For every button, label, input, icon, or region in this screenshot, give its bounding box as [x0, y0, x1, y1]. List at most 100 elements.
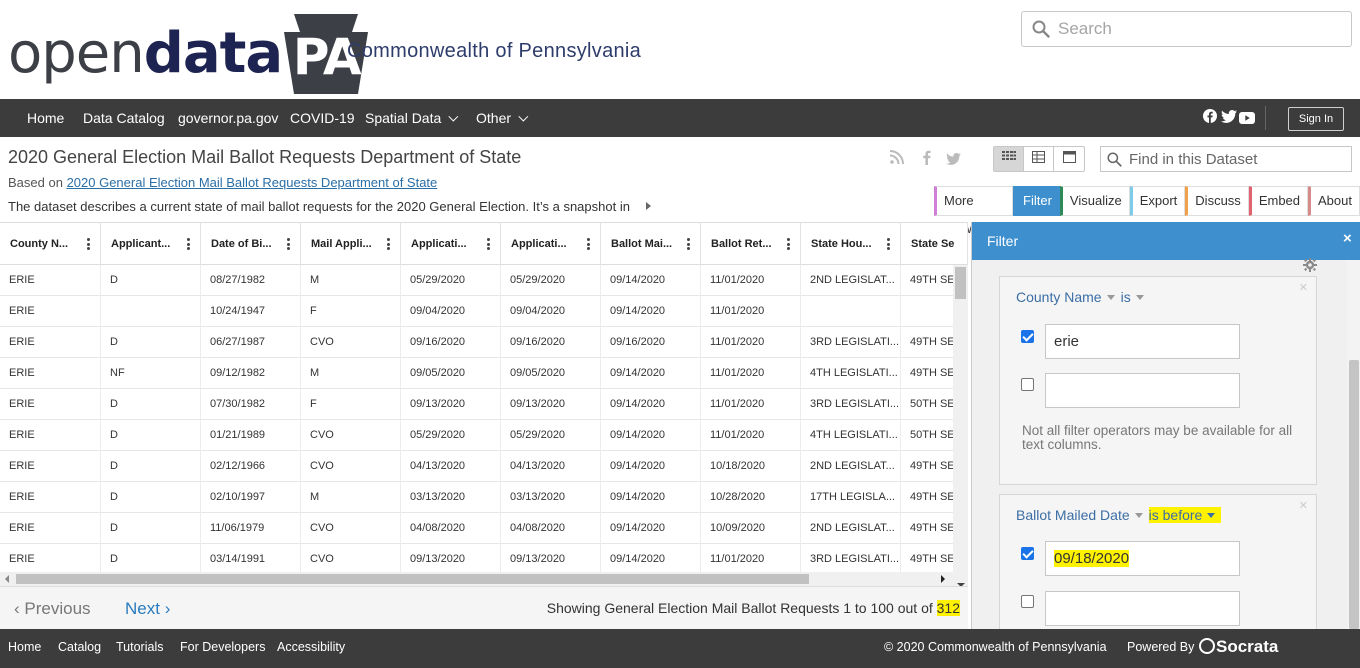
- gear-icon[interactable]: [1303, 258, 1317, 277]
- scroll-left-arrow-icon[interactable]: [5, 575, 9, 583]
- filter-value-input[interactable]: 09/18/2020: [1045, 541, 1240, 576]
- scroll-right-arrow-icon[interactable]: [941, 575, 945, 583]
- column-menu-icon[interactable]: [287, 238, 290, 250]
- column-header[interactable]: Mail Appli...: [301, 223, 401, 265]
- filter-value-checkbox[interactable]: [1021, 378, 1034, 391]
- expand-description-icon[interactable]: [646, 202, 651, 210]
- footer-tutorials-link[interactable]: Tutorials: [116, 640, 163, 654]
- filter-value-checkbox[interactable]: [1021, 547, 1034, 560]
- column-menu-icon[interactable]: [787, 238, 790, 250]
- caret-down-icon[interactable]: [1135, 294, 1144, 300]
- next-page-button[interactable]: Next ›: [125, 599, 170, 619]
- table-row[interactable]: ERIE NF 09/12/1982 M 09/05/2020 09/05/2020 09/…: [0, 358, 968, 389]
- filter-value-input[interactable]: [1045, 591, 1240, 626]
- nav-covid[interactable]: COVID-19: [290, 99, 355, 137]
- table-cell: 04/13/2020: [401, 451, 501, 482]
- filter-operator-selector[interactable]: is: [1121, 289, 1131, 305]
- site-search-input[interactable]: [1058, 16, 1338, 42]
- column-header[interactable]: Applicati...: [401, 223, 501, 265]
- column-header[interactable]: State Hou...: [801, 223, 901, 265]
- column-header[interactable]: Applicati...: [501, 223, 601, 265]
- previous-page-button[interactable]: ‹ Previous: [14, 599, 91, 619]
- horizontal-scrollbar[interactable]: [0, 572, 953, 586]
- remove-filter-icon[interactable]: ✕: [1299, 499, 1308, 512]
- table-row[interactable]: ERIE 10/24/1947 F 09/04/2020 09/04/2020 09/14…: [0, 296, 968, 327]
- table-cell: 05/29/2020: [501, 420, 601, 451]
- scrollbar-thumb[interactable]: [955, 267, 966, 299]
- facebook-icon[interactable]: [1203, 109, 1217, 128]
- table-row[interactable]: ERIE D 08/27/1982 M 05/29/2020 05/29/2020 09/1…: [0, 265, 968, 296]
- column-menu-icon[interactable]: [387, 238, 390, 250]
- nav-governor[interactable]: governor.pa.gov: [178, 99, 278, 137]
- page-view-button[interactable]: [1054, 147, 1084, 171]
- vertical-scrollbar[interactable]: [953, 265, 968, 586]
- table-cell: 02/10/1997: [201, 482, 301, 513]
- twitter-share-icon[interactable]: [946, 152, 961, 170]
- tab-discuss[interactable]: Discuss: [1185, 186, 1249, 216]
- column-menu-icon[interactable]: [887, 238, 890, 250]
- twitter-icon[interactable]: [1221, 110, 1237, 128]
- opendatapa-logo[interactable]: opendata PA: [8, 14, 369, 94]
- tab-filter[interactable]: Filter: [1013, 186, 1060, 216]
- youtube-icon[interactable]: [1239, 111, 1255, 129]
- footer-catalog-link[interactable]: Catalog: [58, 640, 101, 654]
- site-search-box[interactable]: [1021, 11, 1352, 47]
- filter-value-checkbox[interactable]: [1021, 330, 1034, 343]
- based-on-link[interactable]: 2020 General Election Mail Ballot Reques…: [67, 175, 438, 190]
- row-view-button[interactable]: [1024, 147, 1054, 171]
- column-menu-icon[interactable]: [187, 238, 190, 250]
- column-header[interactable]: Date of Bi...: [201, 223, 301, 265]
- column-header[interactable]: Ballot Ret...: [701, 223, 801, 265]
- caret-down-icon[interactable]: [1106, 294, 1115, 300]
- column-header[interactable]: County N...: [0, 223, 101, 265]
- nav-spatial-data[interactable]: Spatial Data: [365, 99, 459, 137]
- tab-about[interactable]: About: [1308, 186, 1360, 216]
- table-row[interactable]: ERIE D 07/30/1982 F 09/13/2020 09/13/2020 09/1…: [0, 389, 968, 420]
- rss-icon[interactable]: [889, 150, 904, 169]
- nav-data-catalog[interactable]: Data Catalog: [83, 99, 165, 137]
- sign-in-button[interactable]: Sign In: [1288, 107, 1344, 131]
- nav-other[interactable]: Other: [476, 99, 529, 137]
- table-row[interactable]: ERIE D 02/12/1966 CVO 04/13/2020 04/13/2020 09…: [0, 451, 968, 482]
- find-in-dataset-input[interactable]: [1129, 149, 1349, 169]
- caret-down-icon[interactable]: [1134, 512, 1143, 518]
- grid-view-button[interactable]: [994, 147, 1024, 171]
- filter-operator-selector[interactable]: is before: [1148, 507, 1222, 523]
- filter-value-checkbox[interactable]: [1021, 595, 1034, 608]
- facebook-share-icon[interactable]: [922, 150, 931, 170]
- remove-filter-icon[interactable]: ✕: [1299, 281, 1308, 294]
- column-menu-icon[interactable]: [87, 238, 90, 250]
- column-header[interactable]: Applicant...: [101, 223, 201, 265]
- nav-home[interactable]: Home: [27, 99, 64, 137]
- footer-developers-link[interactable]: For Developers: [180, 640, 265, 654]
- tab-export[interactable]: Export: [1129, 186, 1186, 216]
- table-row[interactable]: ERIE D 03/14/1991 CVO 09/13/2020 09/13/2020 09…: [0, 544, 968, 575]
- filter-column-selector[interactable]: County Name: [1016, 289, 1102, 305]
- table-row[interactable]: ERIE D 06/27/1987 CVO 09/16/2020 09/16/2020 09…: [0, 327, 968, 358]
- filter-panel-scrollbar[interactable]: [1347, 260, 1360, 629]
- close-icon[interactable]: ×: [1343, 230, 1352, 247]
- find-in-dataset-box[interactable]: [1100, 146, 1352, 172]
- tab-more-views[interactable]: More Views: [934, 186, 1014, 236]
- column-header[interactable]: Ballot Mai...: [601, 223, 701, 265]
- column-header[interactable]: State Se: [901, 223, 968, 265]
- scrollbar-thumb[interactable]: [16, 574, 809, 584]
- footer-home-link[interactable]: Home: [8, 640, 41, 654]
- scrollbar-thumb[interactable]: [1349, 360, 1359, 629]
- filter-value-input[interactable]: erie: [1045, 324, 1240, 359]
- table-cell: 07/30/1982: [201, 389, 301, 420]
- socrata-logo[interactable]: Socrata: [1199, 637, 1278, 657]
- tab-visualize[interactable]: Visualize: [1059, 186, 1130, 216]
- table-cell: D: [101, 327, 201, 358]
- footer-accessibility-link[interactable]: Accessibility: [277, 640, 345, 654]
- tab-embed[interactable]: Embed: [1248, 186, 1309, 216]
- filter-value-input[interactable]: [1045, 373, 1240, 408]
- based-on-line: Based on 2020 General Election Mail Ball…: [8, 175, 437, 190]
- filter-column-selector[interactable]: Ballot Mailed Date: [1016, 507, 1130, 523]
- column-menu-icon[interactable]: [587, 238, 590, 250]
- table-row[interactable]: ERIE D 02/10/1997 M 03/13/2020 03/13/2020 09/1…: [0, 482, 968, 513]
- table-row[interactable]: ERIE D 11/06/1979 CVO 04/08/2020 04/08/2020 09…: [0, 513, 968, 544]
- column-menu-icon[interactable]: [687, 238, 690, 250]
- column-menu-icon[interactable]: [487, 238, 490, 250]
- table-row[interactable]: ERIE D 01/21/1989 CVO 05/29/2020 05/29/2020 09…: [0, 420, 968, 451]
